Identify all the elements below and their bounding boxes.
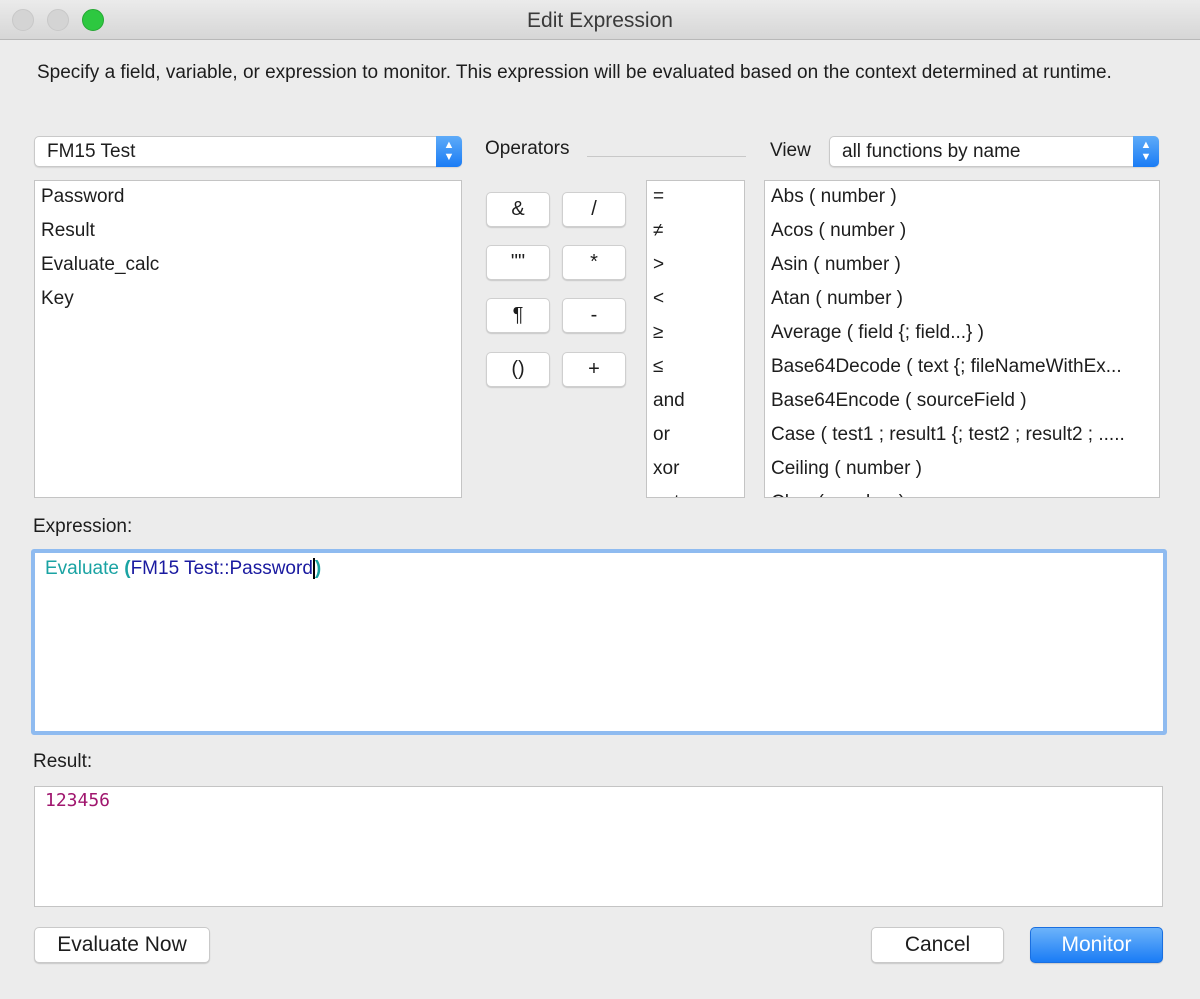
list-item[interactable]: Result	[35, 215, 461, 249]
op-button-pilcrow[interactable]: ¶	[486, 298, 550, 333]
divider	[587, 156, 746, 157]
window-title: Edit Expression	[527, 9, 673, 32]
list-item[interactable]: ≠	[647, 215, 744, 249]
view-label: View	[770, 140, 811, 161]
list-item[interactable]: Acos ( number )	[765, 215, 1159, 249]
expression-close-paren: )	[312, 558, 322, 579]
table-select-value: FM15 Test	[47, 141, 136, 162]
op-button-quotes[interactable]: ""	[486, 245, 550, 280]
op-button-minus[interactable]: -	[562, 298, 626, 333]
list-item[interactable]: Evaluate_calc	[35, 249, 461, 283]
result-box: 123456	[34, 786, 1163, 907]
cancel-button[interactable]: Cancel	[871, 927, 1004, 963]
expression-function: Evaluate	[45, 558, 119, 579]
result-label: Result:	[33, 751, 93, 772]
expression-label: Expression:	[33, 516, 133, 537]
list-item[interactable]: =	[647, 181, 744, 215]
list-item[interactable]: Ceiling ( number )	[765, 453, 1159, 487]
list-item[interactable]: Base64Decode ( text {; fileNameWithEx...	[765, 351, 1159, 385]
result-value: 123456	[45, 790, 111, 811]
list-item[interactable]: >	[647, 249, 744, 283]
monitor-button[interactable]: Monitor	[1030, 927, 1163, 963]
list-item[interactable]: and	[647, 385, 744, 419]
expression-editor[interactable]: Evaluate (FM15 Test::Password)	[31, 549, 1167, 735]
view-select[interactable]: all functions by name ▲ ▼	[829, 136, 1159, 167]
list-item[interactable]: ≤	[647, 351, 744, 385]
list-item[interactable]: not	[647, 487, 744, 497]
function-list[interactable]: Abs ( number ) Acos ( number ) Asin ( nu…	[764, 180, 1160, 498]
chevron-updown-icon: ▲ ▼	[1133, 136, 1159, 167]
title-bar: Edit Expression	[0, 0, 1200, 40]
description: Specify a field, variable, or expression…	[37, 62, 1112, 83]
op-button-divide[interactable]: /	[562, 192, 626, 227]
list-item[interactable]: xor	[647, 453, 744, 487]
list-item[interactable]: Key	[35, 283, 461, 317]
view-select-value: all functions by name	[842, 141, 1021, 162]
op-button-ampersand[interactable]: &	[486, 192, 550, 227]
list-item[interactable]: Average ( field {; field...} )	[765, 317, 1159, 351]
operators-label: Operators	[485, 138, 570, 159]
expression-open-paren: (	[118, 558, 131, 579]
list-item[interactable]: <	[647, 283, 744, 317]
list-item[interactable]: Char ( number )	[765, 487, 1159, 497]
field-list[interactable]: Password Result Evaluate_calc Key	[34, 180, 462, 498]
op-button-parens[interactable]: ()	[486, 352, 550, 387]
list-item[interactable]: Asin ( number )	[765, 249, 1159, 283]
list-item[interactable]: or	[647, 419, 744, 453]
chevron-updown-icon: ▲ ▼	[436, 136, 462, 167]
op-button-plus[interactable]: +	[562, 352, 626, 387]
list-item[interactable]: Abs ( number )	[765, 181, 1159, 215]
table-select[interactable]: FM15 Test ▲ ▼	[34, 136, 462, 167]
evaluate-now-button[interactable]: Evaluate Now	[34, 927, 210, 963]
operator-list[interactable]: = ≠ > < ≥ ≤ and or xor not	[646, 180, 745, 498]
list-item[interactable]: Base64Encode ( sourceField )	[765, 385, 1159, 419]
list-item[interactable]: ≥	[647, 317, 744, 351]
list-item[interactable]: Atan ( number )	[765, 283, 1159, 317]
expression-field: FM15 Test::Password	[130, 558, 313, 579]
op-button-multiply[interactable]: *	[562, 245, 626, 280]
list-item[interactable]: Case ( test1 ; result1 {; test2 ; result…	[765, 419, 1159, 453]
list-item[interactable]: Password	[35, 181, 461, 215]
